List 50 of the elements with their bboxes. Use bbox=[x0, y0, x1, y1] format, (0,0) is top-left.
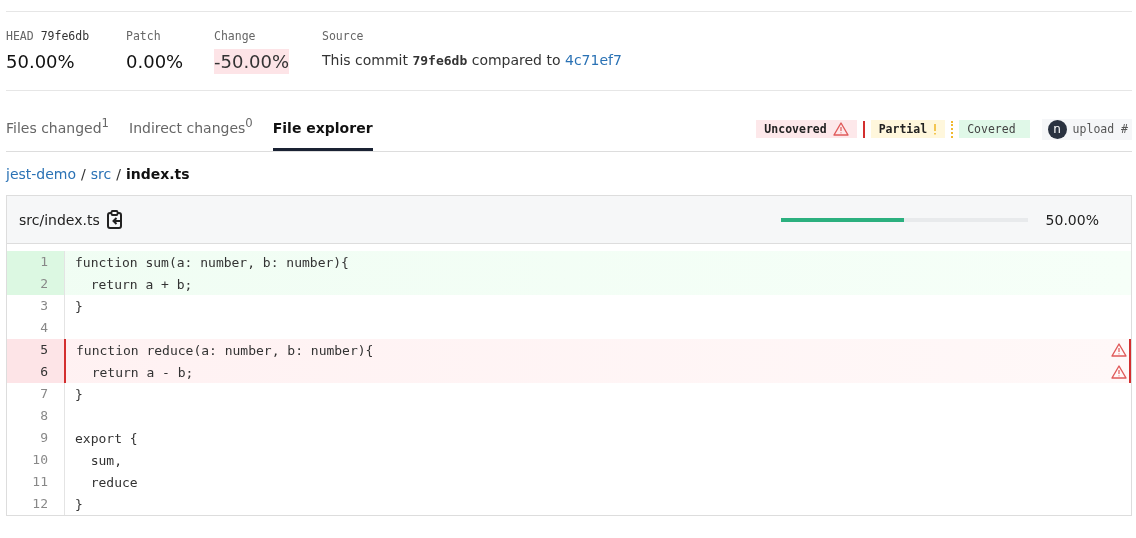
warning-icon bbox=[1111, 343, 1127, 357]
line-number: 1 bbox=[7, 251, 65, 273]
commit-link[interactable]: 4c71ef7 bbox=[564, 52, 622, 68]
avatar: n bbox=[1047, 119, 1067, 139]
line-number: 12 bbox=[7, 493, 65, 515]
warning-icon bbox=[832, 122, 849, 136]
code-line: return a + b; bbox=[89, 276, 193, 292]
legend-badge: Uncovered bbox=[756, 120, 857, 138]
coverage-percent: 50.00% bbox=[1045, 211, 1099, 228]
code-line: function reduce(a: number, b: number){ bbox=[76, 342, 374, 358]
line-number: 5 bbox=[7, 339, 66, 361]
line-number: 8 bbox=[7, 405, 65, 427]
exclamation-icon bbox=[933, 123, 938, 135]
tab[interactable]: File explorer bbox=[272, 120, 373, 151]
line-number: 9 bbox=[7, 427, 65, 449]
breadcrumb-separator: / bbox=[116, 166, 121, 182]
stat-label: Source bbox=[322, 29, 365, 43]
warning-icon bbox=[1111, 365, 1127, 379]
code-line: export { bbox=[75, 430, 138, 446]
line-number: 6 bbox=[7, 361, 66, 383]
file-path: src/index.ts bbox=[19, 211, 100, 228]
stat-label: Patch bbox=[126, 29, 162, 43]
stat-value: -50.00% bbox=[214, 49, 290, 74]
line-number: 7 bbox=[7, 383, 65, 405]
code-line: } bbox=[75, 298, 83, 314]
tab[interactable]: Files changed$^{1}$ bbox=[6, 116, 109, 151]
tab[interactable]: Indirect changes$^{0}$ bbox=[129, 116, 253, 151]
line-number: 11 bbox=[7, 471, 65, 493]
source-text: This commit 79fe6db compared to 4c71ef7 bbox=[322, 52, 622, 68]
code-line: function sum(a: number, b: number){ bbox=[75, 254, 349, 270]
legend-badge: Partial bbox=[870, 120, 946, 138]
upload-chip[interactable]: n upload # bbox=[1041, 118, 1132, 140]
code-line: return a - b; bbox=[90, 364, 194, 380]
line-number: 3 bbox=[7, 295, 65, 317]
clipboard-icon[interactable] bbox=[105, 209, 124, 230]
line-number: 10 bbox=[7, 449, 65, 471]
line-number: 2 bbox=[7, 273, 65, 295]
legend-badge: Covered bbox=[959, 120, 1030, 138]
stat-label: Change bbox=[214, 29, 257, 43]
breadcrumb-link[interactable]: jest-demo bbox=[6, 166, 77, 182]
breadcrumb-current: index.ts bbox=[125, 166, 190, 182]
code-line: } bbox=[75, 386, 83, 402]
stat-value: 50.00% bbox=[6, 50, 75, 74]
breadcrumb-link[interactable]: src bbox=[90, 166, 112, 182]
code-line: reduce bbox=[89, 474, 138, 490]
stat-label: HEAD 79fe6db bbox=[6, 29, 91, 43]
breadcrumb-separator: / bbox=[81, 166, 86, 182]
stat-value: 0.00% bbox=[126, 50, 184, 74]
code-line: sum, bbox=[89, 452, 122, 468]
code-line: } bbox=[75, 496, 83, 512]
